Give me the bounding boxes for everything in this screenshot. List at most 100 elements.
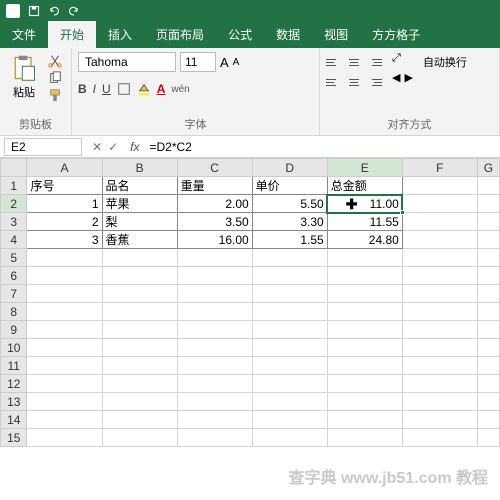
cell[interactable]: 单价 [252, 177, 327, 195]
cell[interactable] [177, 375, 252, 393]
cell[interactable] [102, 303, 177, 321]
cell[interactable] [402, 213, 477, 231]
cell[interactable] [102, 285, 177, 303]
cancel-formula-icon[interactable]: ✕ [92, 140, 102, 154]
cell[interactable]: 重量 [177, 177, 252, 195]
cell[interactable] [477, 411, 499, 429]
cell[interactable]: 1.55 [252, 231, 327, 249]
cell[interactable] [252, 249, 327, 267]
cell[interactable] [327, 321, 402, 339]
cell[interactable] [402, 267, 477, 285]
format-painter-icon[interactable] [48, 88, 62, 102]
row-header[interactable]: 11 [1, 357, 27, 375]
col-header[interactable]: A [27, 159, 102, 177]
cell[interactable]: 梨 [102, 213, 177, 231]
save-icon[interactable] [28, 5, 40, 17]
cell[interactable] [27, 285, 102, 303]
cell[interactable] [102, 375, 177, 393]
cell[interactable] [327, 267, 402, 285]
row-header[interactable]: 1 [1, 177, 27, 195]
cell[interactable] [402, 321, 477, 339]
underline-button[interactable]: U [102, 82, 111, 96]
selected-cell[interactable]: 11.00✚ [327, 195, 402, 213]
cell[interactable] [402, 429, 477, 447]
cell[interactable]: 1 [27, 195, 102, 213]
cell[interactable] [27, 375, 102, 393]
spreadsheet-grid[interactable]: A B C D E F G 1 序号 品名 重量 单价 总金额 2 1 苹果 2… [0, 158, 500, 447]
border-icon[interactable] [117, 82, 131, 96]
cell[interactable] [102, 249, 177, 267]
cell[interactable] [252, 321, 327, 339]
cell[interactable] [102, 321, 177, 339]
col-header[interactable]: D [252, 159, 327, 177]
accept-formula-icon[interactable]: ✓ [108, 140, 118, 154]
cell[interactable] [402, 303, 477, 321]
fill-color-icon[interactable] [137, 82, 151, 96]
cell[interactable] [477, 429, 499, 447]
font-size-input[interactable] [180, 52, 216, 72]
cell[interactable]: 3.50 [177, 213, 252, 231]
cell[interactable] [27, 429, 102, 447]
cell[interactable] [477, 303, 499, 321]
cell[interactable] [252, 303, 327, 321]
row-header[interactable]: 8 [1, 303, 27, 321]
cell[interactable] [327, 357, 402, 375]
cell[interactable] [177, 321, 252, 339]
font-color-icon[interactable]: A [157, 82, 166, 96]
cell[interactable] [477, 321, 499, 339]
cell[interactable] [252, 339, 327, 357]
cell[interactable]: 序号 [27, 177, 102, 195]
row-header[interactable]: 3 [1, 213, 27, 231]
row-header[interactable]: 13 [1, 393, 27, 411]
row-header[interactable]: 6 [1, 267, 27, 285]
cell[interactable]: 24.80 [327, 231, 402, 249]
cell[interactable] [102, 267, 177, 285]
cell[interactable] [327, 249, 402, 267]
cell[interactable] [252, 375, 327, 393]
name-box[interactable] [4, 138, 82, 156]
cell[interactable] [402, 285, 477, 303]
col-header[interactable]: G [477, 159, 499, 177]
cell[interactable]: 3 [27, 231, 102, 249]
cell[interactable] [477, 213, 499, 231]
row-header[interactable]: 15 [1, 429, 27, 447]
cell[interactable] [102, 411, 177, 429]
cell[interactable] [327, 411, 402, 429]
row-header[interactable]: 14 [1, 411, 27, 429]
tab-home[interactable]: 开始 [48, 21, 96, 48]
cell[interactable] [327, 339, 402, 357]
cell[interactable] [402, 231, 477, 249]
cell[interactable] [402, 177, 477, 195]
cell[interactable] [327, 375, 402, 393]
cell[interactable] [102, 393, 177, 411]
col-header[interactable]: F [402, 159, 477, 177]
row-header[interactable]: 2 [1, 195, 27, 213]
copy-icon[interactable] [48, 71, 62, 85]
cell[interactable] [477, 267, 499, 285]
cell[interactable] [402, 357, 477, 375]
fx-icon[interactable]: fx [124, 140, 145, 154]
col-header[interactable]: C [177, 159, 252, 177]
alignment-buttons[interactable] [326, 52, 382, 90]
bold-button[interactable]: B [78, 82, 87, 96]
cell[interactable]: 2 [27, 213, 102, 231]
cell[interactable] [327, 393, 402, 411]
cell[interactable]: 总金额 [327, 177, 402, 195]
cell[interactable] [402, 249, 477, 267]
redo-icon[interactable] [68, 5, 80, 17]
cell[interactable] [477, 339, 499, 357]
cell[interactable] [177, 339, 252, 357]
cell[interactable] [477, 375, 499, 393]
cell[interactable] [102, 429, 177, 447]
cell[interactable] [27, 321, 102, 339]
row-header[interactable]: 9 [1, 321, 27, 339]
cell[interactable]: 香蕉 [102, 231, 177, 249]
cell[interactable] [27, 249, 102, 267]
tab-layout[interactable]: 页面布局 [144, 21, 216, 48]
cell[interactable] [477, 393, 499, 411]
cell[interactable]: 3.30 [252, 213, 327, 231]
tab-data[interactable]: 数据 [264, 21, 312, 48]
font-name-input[interactable] [78, 52, 176, 72]
orientation-icon[interactable]: ⤢ [392, 52, 413, 65]
formula-input[interactable]: =D2*C2 [145, 140, 500, 154]
